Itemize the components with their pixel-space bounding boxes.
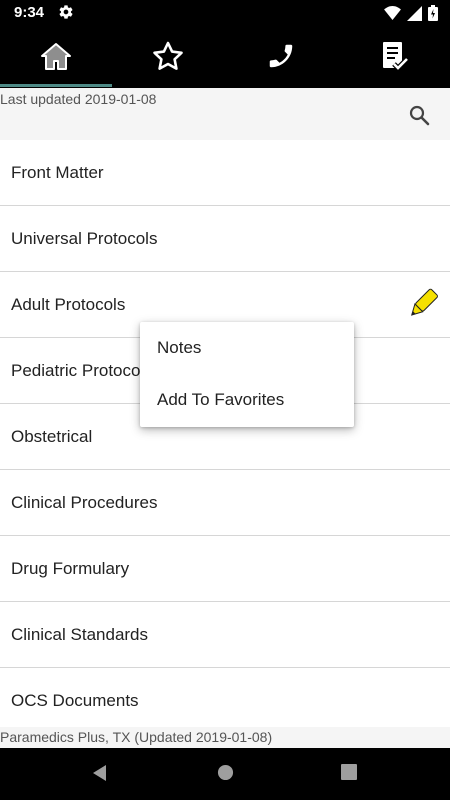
menu-item-add-to-favorites[interactable]: Add To Favorites xyxy=(140,374,354,426)
tab-phone[interactable] xyxy=(225,26,337,86)
protocol-list: Front Matter Universal Protocols Adult P… xyxy=(0,140,450,734)
list-item-label: Obstetrical xyxy=(11,426,93,446)
gear-icon xyxy=(59,5,73,19)
list-item-ocs-documents[interactable]: OCS Documents xyxy=(0,668,450,734)
pencil-icon[interactable] xyxy=(404,286,440,322)
list-item-label: Front Matter xyxy=(11,162,104,182)
signal-icon xyxy=(407,5,422,21)
search-icon[interactable] xyxy=(407,103,431,127)
list-item-clinical-procedures[interactable]: Clinical Procedures xyxy=(0,470,450,536)
status-icons xyxy=(384,5,438,21)
list-item-drug-formulary[interactable]: Drug Formulary xyxy=(0,536,450,602)
list-item-universal-protocols[interactable]: Universal Protocols xyxy=(0,206,450,272)
list-item-clinical-standards[interactable]: Clinical Standards xyxy=(0,602,450,668)
home-circle-icon[interactable] xyxy=(217,764,234,781)
list-item-front-matter[interactable]: Front Matter xyxy=(0,140,450,206)
selected-tab-indicator xyxy=(0,84,112,87)
battery-icon xyxy=(428,5,438,21)
list-item-label: Pediatric Protocols xyxy=(11,360,153,380)
status-time: 9:34 xyxy=(14,4,45,21)
last-updated-text: Last updated 2019-01-08 xyxy=(0,91,157,107)
recents-icon[interactable] xyxy=(341,764,357,780)
back-icon[interactable] xyxy=(91,764,109,782)
star-icon xyxy=(153,41,183,70)
home-icon xyxy=(41,43,71,70)
tab-favorites[interactable] xyxy=(112,26,224,86)
phone-icon xyxy=(269,44,293,68)
footer: Paramedics Plus, TX (Updated 2019-01-08) xyxy=(0,727,450,748)
list-item-label: Clinical Procedures xyxy=(11,492,158,512)
wifi-icon xyxy=(384,6,401,20)
list-item-label: Universal Protocols xyxy=(11,228,158,248)
list-item-label: Drug Formulary xyxy=(11,558,130,578)
checklist-icon xyxy=(383,42,409,72)
header-row: Last updated 2019-01-08 xyxy=(0,88,450,140)
list-item-label: Clinical Standards xyxy=(11,624,149,644)
footer-text: Paramedics Plus, TX (Updated 2019-01-08) xyxy=(0,729,273,745)
tab-checklist[interactable] xyxy=(338,26,450,86)
context-menu: Notes Add To Favorites xyxy=(140,322,354,427)
tab-home[interactable] xyxy=(0,26,112,86)
tab-bar xyxy=(0,26,450,88)
nav-bar xyxy=(0,748,450,800)
list-item-label: Adult Protocols xyxy=(11,294,126,314)
list-item-label: OCS Documents xyxy=(11,690,139,710)
menu-item-notes[interactable]: Notes xyxy=(140,322,354,374)
status-bar: 9:34 xyxy=(0,0,450,26)
